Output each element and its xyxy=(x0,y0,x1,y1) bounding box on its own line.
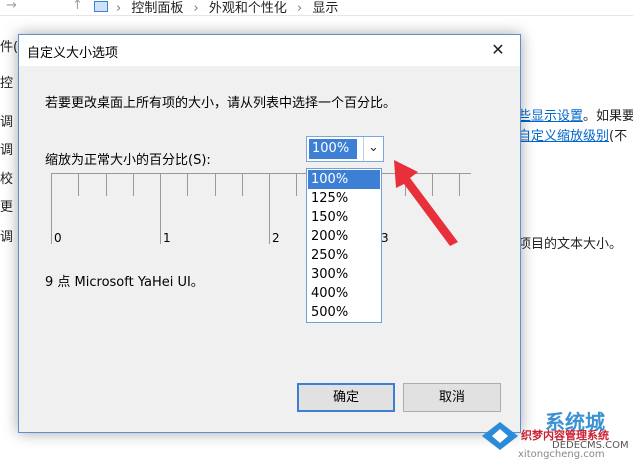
bg-side-text: 更 xyxy=(0,200,14,215)
annotation-arrow-icon xyxy=(394,160,458,246)
scale-dropdown-list[interactable]: 100% 125% 150% 200% 250% 300% 400% 500% xyxy=(306,168,382,323)
bg-side-text: 控 xyxy=(0,76,14,91)
breadcrumb-sep-icon: › xyxy=(297,1,303,16)
breadcrumb-item[interactable]: 控制面板 xyxy=(131,1,183,16)
ruler-number: 3 xyxy=(381,231,389,245)
bg-right-line-2: 自定义缩放级别(不 xyxy=(518,129,628,144)
instruction-text: 若要更改桌面上所有项的大小，请从列表中选择一个百分比。 xyxy=(45,96,397,111)
scale-option[interactable]: 300% xyxy=(308,265,380,284)
ruler-tick xyxy=(187,174,188,196)
bg-side-text: 校 xyxy=(0,172,14,187)
bg-side-text: 调 xyxy=(0,230,14,245)
breadcrumb: › 控制面板 › 外观和个性化 › 显示 xyxy=(116,0,344,16)
dialog-title: 自定义大小选项 xyxy=(27,46,119,61)
ruler-tick xyxy=(296,174,297,196)
ruler-tick xyxy=(215,174,216,196)
dialog-titlebar[interactable]: 自定义大小选项 ✕ xyxy=(19,35,520,66)
scale-select[interactable]: 100% ⌄ xyxy=(306,136,384,162)
breadcrumb-sep-icon: › xyxy=(193,1,199,16)
scale-option[interactable]: 200% xyxy=(308,227,380,246)
bg-side-text: 调 xyxy=(0,115,14,130)
bg-right-line-3: 项目的文本大小。 xyxy=(518,237,623,252)
ruler-tick xyxy=(242,174,243,196)
ruler-tick xyxy=(133,174,134,196)
font-info-text: 9 点 Microsoft YaHei UI。 xyxy=(45,275,204,290)
ruler-tick xyxy=(269,174,270,244)
breadcrumb-item[interactable]: 外观和个性化 xyxy=(209,1,287,16)
ruler-tick xyxy=(51,174,52,244)
forward-arrow-icon[interactable]: → xyxy=(6,0,17,13)
scale-label: 缩放为正常大小的百分比(S): xyxy=(45,153,211,168)
scale-option[interactable]: 125% xyxy=(308,189,380,208)
ok-button[interactable]: 确定 xyxy=(297,383,395,412)
custom-scaling-link[interactable]: 自定义缩放级别 xyxy=(518,129,609,144)
bg-right-line-1: 些显示设置。如果要 xyxy=(518,109,633,124)
scale-option[interactable]: 250% xyxy=(308,246,380,265)
scale-option[interactable]: 150% xyxy=(308,208,380,227)
close-icon[interactable]: ✕ xyxy=(476,35,520,66)
control-panel-icon xyxy=(94,1,108,12)
ruler-tick xyxy=(78,174,79,196)
up-arrow-icon[interactable]: ↑ xyxy=(72,0,83,13)
ruler-number: 2 xyxy=(272,231,280,245)
scale-option[interactable]: 100% xyxy=(308,170,380,189)
ruler-number: 1 xyxy=(163,231,171,245)
scale-select-value: 100% xyxy=(309,139,357,159)
breadcrumb-sep-icon: › xyxy=(116,1,122,16)
ruler-number: 0 xyxy=(54,231,62,245)
bg-side-text: 调 xyxy=(0,143,14,158)
breadcrumb-item[interactable]: 显示 xyxy=(312,1,338,16)
chevron-down-icon[interactable]: ⌄ xyxy=(363,137,383,161)
address-bar: → ↑ › 控制面板 › 外观和个性化 › 显示 xyxy=(0,0,633,16)
ruler-tick xyxy=(106,174,107,196)
ruler-tick xyxy=(160,174,161,244)
scale-option[interactable]: 500% xyxy=(308,303,380,322)
watermark-bottom: xitongcheng.com xyxy=(518,449,605,460)
scale-option[interactable]: 400% xyxy=(308,284,380,303)
display-settings-link[interactable]: 些显示设置 xyxy=(518,109,583,124)
